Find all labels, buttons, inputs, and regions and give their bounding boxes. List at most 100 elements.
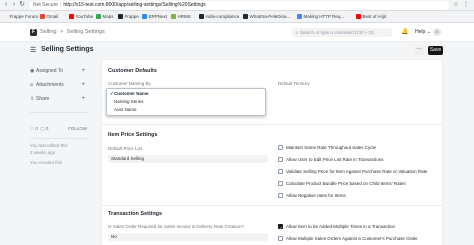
extensions-icon[interactable]: ☆ <box>452 1 460 9</box>
checkbox-row[interactable]: Maintain Same Rate Throughout Sales Cycl… <box>278 144 376 151</box>
checkbox-row[interactable]: Allow Multiple Sales Orders Against a Cu… <box>278 235 418 242</box>
chevron-down-icon: ⌄ <box>426 29 431 35</box>
form-card: Customer Defaults Customer Naming By Def… <box>101 59 443 245</box>
bookmark-favicon-icon <box>297 14 302 19</box>
default-price-list-input[interactable]: Standard Selling <box>108 155 268 163</box>
bookmark-item[interactable]: Making HTTP Req... <box>297 13 344 21</box>
customer-naming-label: Customer Naming By <box>108 81 151 86</box>
add-share-icon[interactable]: + <box>81 94 85 104</box>
checkbox-row[interactable]: Allow Item to be Added Multiple Times in… <box>278 223 395 231</box>
section-title-item-price: Item Price Settings <box>108 132 158 138</box>
created-text: You created this <box>30 160 63 165</box>
section-divider <box>102 205 442 206</box>
section-title-transaction: Transaction Settings <box>108 211 163 217</box>
sidebar-toggle-icon[interactable]: ☰ <box>30 46 36 54</box>
page-title: Selling Settings <box>41 46 94 53</box>
bookmark-favicon-icon <box>243 14 248 19</box>
help-dropdown[interactable]: Help ⌄ <box>415 28 431 36</box>
forward-icon[interactable]: › <box>10 1 18 9</box>
sidebar-item-label: Share <box>36 96 50 102</box>
bookmark-favicon-icon <box>96 14 101 19</box>
checkbox-label: Allow Multiple Sales Orders Against a Cu… <box>286 236 418 241</box>
bookmark-item[interactable]: Maps <box>96 13 114 21</box>
checkbox[interactable] <box>278 169 283 174</box>
section-title-customer-defaults: Customer Defaults <box>108 68 157 74</box>
checkbox-label: Maintain Same Rate Throughout Sales Cycl… <box>286 145 376 150</box>
checkbox[interactable] <box>278 145 283 150</box>
checkbox[interactable] <box>278 224 283 231</box>
url-text: http://v15-test.com:8000/app/selling-set… <box>63 2 206 8</box>
bookmark-favicon-icon <box>356 14 361 19</box>
last-edited-text: You last edited this <box>30 143 68 148</box>
naming-option[interactable]: ✓ Customer Name <box>109 90 265 97</box>
bookmark-item[interactable]: YouTube <box>69 13 93 21</box>
reload-icon[interactable]: ↻ <box>18 1 26 9</box>
bookmark-label: Frappe Forum <box>9 14 39 19</box>
checkbox[interactable] <box>278 181 283 186</box>
customer-naming-dropdown[interactable]: ✓ Customer Name Naming Series Auto Name <box>106 88 266 116</box>
bookmark-label: Gmail <box>46 14 59 19</box>
checkbox[interactable] <box>278 193 283 198</box>
url-bar[interactable]: Not Secure | http://v15-test.com:8000/app/… <box>29 1 449 10</box>
checkbox-row[interactable]: Allow User to Edit Price List Rate in Tr… <box>278 156 384 163</box>
checkbox-row[interactable]: Allow Negative rates for Items <box>278 192 346 199</box>
likes-count: 0 <box>35 126 38 131</box>
bookmark-item[interactable]: Best of Arijit <box>356 13 386 21</box>
comments-count: 0 <box>45 126 49 131</box>
share-icon: ⇪ <box>30 96 35 102</box>
breadcrumb-selling[interactable]: Selling <box>40 29 57 35</box>
naming-option[interactable]: Naming Series <box>109 98 265 105</box>
awesomebar-search-input[interactable]: ⌕ Search or type a command (Ctrl + G) <box>292 28 392 37</box>
default-territory-label: Default Territory <box>278 81 310 86</box>
naming-option[interactable]: Auto Name <box>109 106 265 113</box>
bookmark-favicon-icon <box>171 14 176 19</box>
bookmark-item[interactable]: india-compliance <box>199 13 239 21</box>
notification-bell-icon[interactable]: 🔔 <box>401 28 408 35</box>
checkbox[interactable] <box>278 236 283 241</box>
help-label: Help <box>415 29 426 35</box>
avatar[interactable]: A <box>433 28 441 36</box>
bookmark-label: YouTube <box>75 14 94 19</box>
bookmark-item[interactable]: Gmail <box>40 13 58 21</box>
browser-menu-icon[interactable]: ⋮ <box>462 1 470 9</box>
search-placeholder: Search or type a command (Ctrl + G) <box>299 30 374 35</box>
add-attachment-icon[interactable]: + <box>81 80 85 90</box>
checkbox-label: Allow User to Edit Price List Rate in Tr… <box>286 157 384 162</box>
page-head: ☰ Selling Settings ··· Save <box>0 42 474 59</box>
sidebar-item-label: Attachments <box>36 82 64 88</box>
app-logo[interactable]: F <box>30 29 37 36</box>
bookmark-favicon-icon <box>142 14 147 19</box>
bookmark-item[interactable]: Frappe Forum <box>3 13 38 21</box>
back-icon[interactable]: ‹ <box>2 1 10 9</box>
checkbox-row[interactable]: Validate Selling Price for Item Against … <box>278 168 427 175</box>
bookmark-item[interactable]: ERPNext <box>142 13 167 21</box>
comment-icon[interactable]: ▢ <box>40 126 44 131</box>
breadcrumb: Selling > Selling Settings <box>40 28 107 36</box>
bookmark-item[interactable]: Whatrtra-PeleDina... <box>243 13 290 21</box>
breadcrumb-selling-settings[interactable]: Selling Settings <box>67 29 105 35</box>
sidebar-item-attachments[interactable]: ⌀ Attachments + <box>30 80 88 90</box>
option-label: Customer Name <box>114 91 149 96</box>
so-required-label: Is Sales Order Required for Sales Invoic… <box>108 224 245 229</box>
bookmark-item[interactable]: HRMS <box>171 13 191 21</box>
bookmark-item[interactable]: Frappe <box>118 13 139 21</box>
address-bar-row: ‹ › ↻ Not Secure | http://v15-test.com:800… <box>0 0 474 11</box>
sidebar-divider <box>30 138 88 139</box>
not-secure-label: Not Secure <box>33 2 59 8</box>
save-button[interactable]: Save <box>428 46 443 55</box>
more-actions-button[interactable]: ··· <box>414 46 424 55</box>
checkbox-row[interactable]: Calculate Product Bundle Price based on … <box>278 180 406 187</box>
so-required-select[interactable]: No <box>108 233 268 241</box>
bookmark-label: Making HTTP Req... <box>303 14 345 19</box>
option-label: Naming Series <box>114 99 144 104</box>
follow-button[interactable]: FOLLOW <box>68 124 87 134</box>
sidebar-item-share[interactable]: ⇪ Share + <box>30 94 88 104</box>
bookmark-favicon-icon <box>199 14 204 19</box>
checkbox-label: Allow Negative rates for Items <box>286 193 346 198</box>
add-assignment-icon[interactable]: + <box>81 66 85 76</box>
bookmark-label: HRMS <box>177 14 191 19</box>
breadcrumb-separator: > <box>60 29 64 35</box>
checkbox[interactable] <box>278 157 283 162</box>
heart-icon[interactable]: ♡ <box>30 126 34 131</box>
sidebar-item-assigned-to[interactable]: ◉ Assigned To + <box>30 66 88 76</box>
